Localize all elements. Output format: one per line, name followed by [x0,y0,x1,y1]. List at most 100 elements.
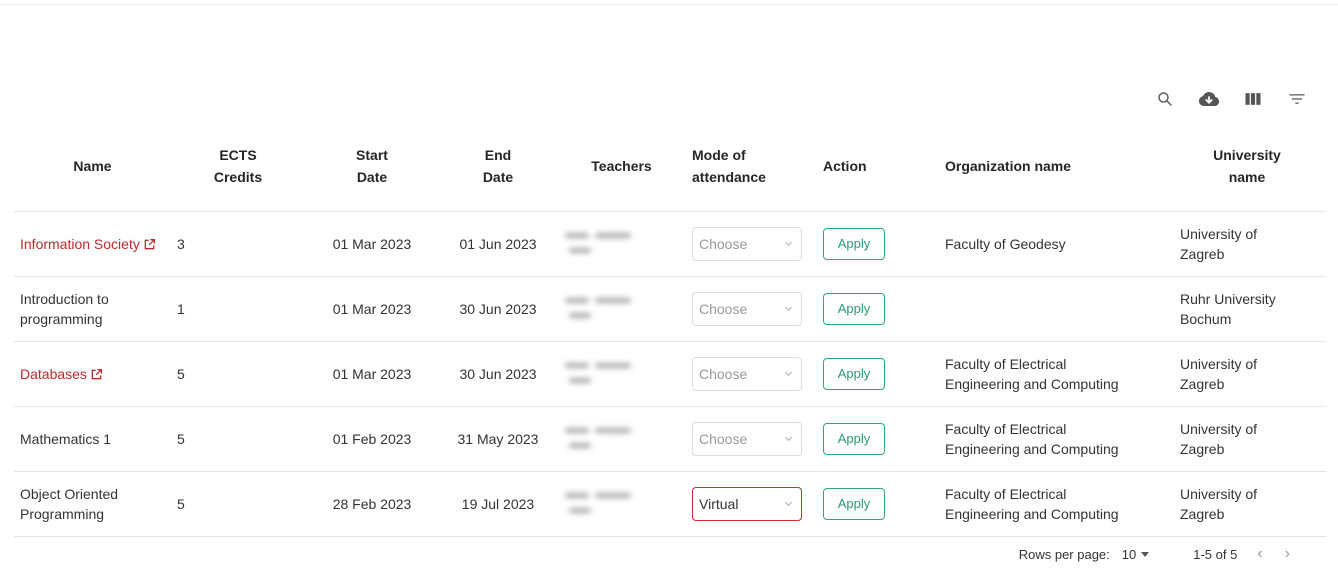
cell-ects: 3 [171,211,305,277]
cell-name: Introduction to programming [14,276,171,342]
cell-end-date: 30 Jun 2023 [439,341,557,407]
chevron-down-icon [784,501,793,507]
col-header-organization[interactable]: Organization name [927,122,1168,212]
cell-start-date: 01 Mar 2023 [305,211,439,277]
cell-start-date: 01 Mar 2023 [305,341,439,407]
rows-per-page-value: 10 [1121,546,1137,562]
apply-button[interactable]: Apply [823,487,885,520]
cell-organization: Faculty of Geodesy [927,211,1168,277]
chevron-down-icon [784,371,793,377]
teachers-redacted [563,419,633,459]
cell-action: Apply [817,276,927,342]
course-name: Object Oriented Programming [20,485,119,522]
pagination: Rows per page: 10 1-5 of 5 ‹ › [1019,545,1290,563]
view-columns-icon [1245,93,1261,105]
cell-mode: Choose [686,341,817,407]
teachers-redacted [563,484,633,524]
apply-button[interactable]: Apply [823,227,885,260]
apply-button[interactable]: Apply [823,422,885,455]
col-header-mode[interactable]: Mode of attendance [686,122,817,212]
external-link-icon [144,238,155,249]
rows-per-page-select[interactable]: 10 [1121,546,1150,562]
table-toolbar [1150,84,1312,114]
cell-ects: 5 [171,406,305,472]
course-link[interactable]: Information Society [20,236,156,252]
col-header-start-date[interactable]: Start Date [305,122,439,212]
mode-select-value: Choose [699,430,748,447]
columns-button[interactable] [1238,84,1268,114]
cell-university: University of Zagreb [1168,471,1326,537]
teachers-redacted [563,354,633,394]
cell-teachers [557,276,686,342]
cell-university: University of Zagreb [1168,211,1326,277]
mode-of-attendance-select[interactable]: Choose [692,226,802,261]
chevron-down-icon [784,241,793,247]
cell-action: Apply [817,471,927,537]
cell-name: Mathematics 1 [14,406,171,472]
cloud-download-icon [1198,91,1220,106]
caret-down-icon [1141,551,1150,557]
apply-button[interactable]: Apply [823,357,885,390]
next-page-button[interactable]: › [1285,545,1290,563]
cell-university: University of Zagreb [1168,341,1326,407]
cell-start-date: 01 Feb 2023 [305,406,439,472]
mode-of-attendance-select[interactable]: Virtual [692,486,802,521]
cell-end-date: 19 Jul 2023 [439,471,557,537]
cell-action: Apply [817,211,927,277]
cell-university: University of Zagreb [1168,406,1326,472]
apply-button[interactable]: Apply [823,292,885,325]
table-row: Databases 5 01 Mar 2023 30 Jun 2023 Choose Ap… [14,341,1326,407]
cell-organization: Faculty of Electrical Engineering and Co… [927,406,1168,472]
cell-action: Apply [817,406,927,472]
cell-name: Databases [14,341,171,407]
cell-mode: Choose [686,276,817,342]
prev-page-button[interactable]: ‹ [1257,545,1262,563]
chevron-down-icon [784,306,793,312]
table-row: Mathematics 1 5 01 Feb 2023 31 May 2023 Choo… [14,406,1326,472]
cell-teachers [557,341,686,407]
courses-table: Name ECTS Credits Start Date End Date Teach… [14,122,1326,537]
table-row: Object Oriented Programming 5 28 Feb 2023 1… [14,471,1326,537]
col-header-teachers[interactable]: Teachers [557,122,686,212]
cell-university: Ruhr University Bochum [1168,276,1326,342]
cell-ects: 5 [171,341,305,407]
col-header-end-date[interactable]: End Date [439,122,557,212]
mode-select-value: Choose [699,300,748,317]
cell-teachers [557,471,686,537]
col-header-ects[interactable]: ECTS Credits [171,122,305,212]
course-name: Mathematics 1 [20,430,112,447]
cell-organization: Faculty of Electrical Engineering and Co… [927,471,1168,537]
mode-select-value: Choose [699,365,748,382]
cell-name: Information Society [14,211,171,277]
teachers-redacted [563,289,633,329]
search-button[interactable] [1150,84,1180,114]
search-icon [1158,92,1172,106]
cell-mode: Choose [686,406,817,472]
mode-of-attendance-select[interactable]: Choose [692,291,802,326]
cell-action: Apply [817,341,927,407]
course-name: Introduction to programming [20,290,109,327]
col-header-university[interactable]: University name [1168,122,1326,212]
course-link[interactable]: Databases [20,366,103,382]
cell-end-date: 30 Jun 2023 [439,276,557,342]
table-row: Information Society 3 01 Mar 2023 01 Jun 20… [14,211,1326,277]
top-divider [0,4,1338,5]
cell-ects: 1 [171,276,305,342]
cell-start-date: 28 Feb 2023 [305,471,439,537]
page-range: 1-5 of 5 [1193,546,1238,562]
cell-end-date: 31 May 2023 [439,406,557,472]
download-button[interactable] [1194,84,1224,114]
mode-of-attendance-select[interactable]: Choose [692,421,802,456]
table-header-row: Name ECTS Credits Start Date End Date Teach… [14,122,1326,212]
cell-ects: 5 [171,471,305,537]
teachers-redacted [563,224,633,264]
mode-of-attendance-select[interactable]: Choose [692,356,802,391]
col-header-action: Action [817,122,927,212]
rows-per-page-label: Rows per page: [1018,546,1110,562]
cell-mode: Virtual [686,471,817,537]
cell-teachers [557,406,686,472]
col-header-name[interactable]: Name [14,122,171,212]
table-row: Introduction to programming 1 01 Mar 2023 3… [14,276,1326,342]
cell-organization [927,276,1168,342]
filter-button[interactable] [1282,84,1312,114]
